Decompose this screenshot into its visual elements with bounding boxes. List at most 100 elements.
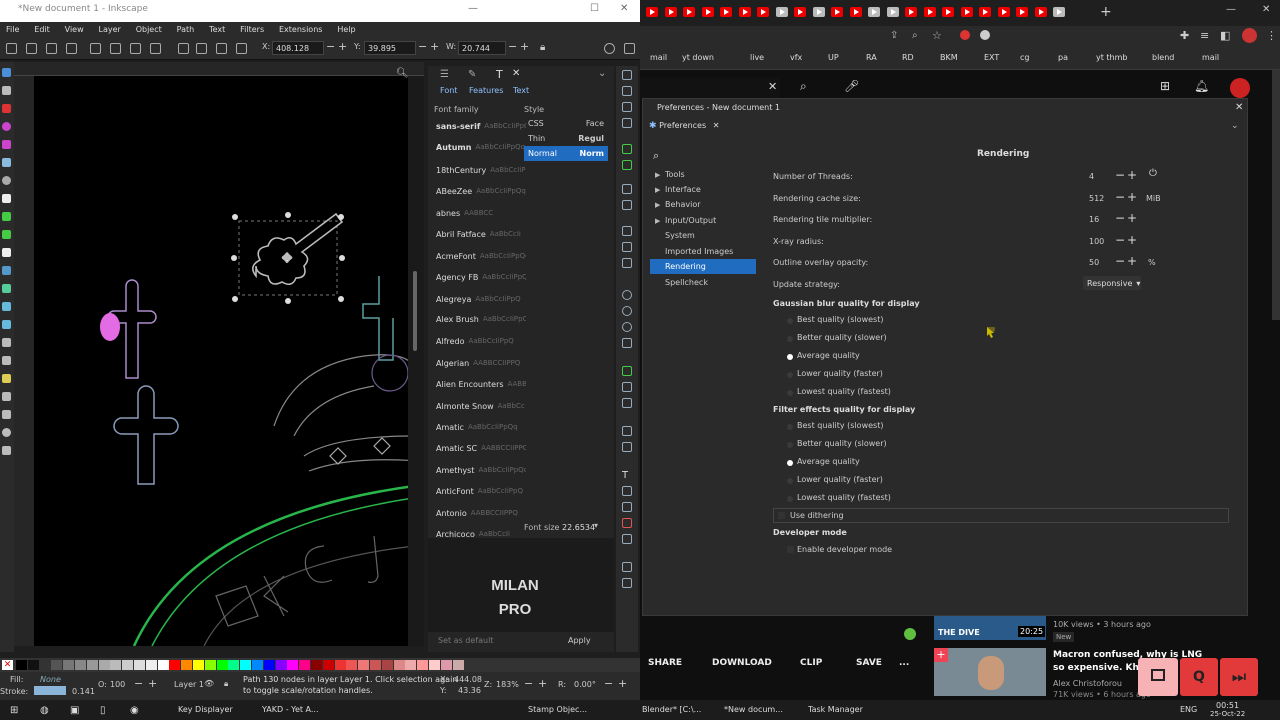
threads-decrement-icon[interactable]: −	[1115, 168, 1125, 182]
copy-icon[interactable]	[622, 242, 632, 252]
export-icon[interactable]	[622, 160, 632, 170]
opacity-pref-decrement-icon[interactable]: −	[1115, 254, 1125, 268]
font-list-item[interactable]: Antonio AABBCCIIPPQ	[436, 509, 526, 518]
cut-icon[interactable]	[622, 226, 632, 236]
filter-lower-radio[interactable]	[787, 478, 793, 484]
font-list-item[interactable]: Algerian AABBCCIIPPQ	[436, 359, 526, 368]
menu-edit[interactable]: Edit	[28, 22, 56, 34]
zoom-selection-icon[interactable]	[622, 290, 632, 300]
browser-tab-icon[interactable]	[757, 7, 769, 17]
share-button[interactable]: SHARE	[648, 658, 682, 668]
panel-list-icon[interactable]: ☰	[440, 69, 449, 80]
xray-decrement-icon[interactable]: −	[1115, 233, 1125, 247]
queue-button[interactable]: Q	[1180, 658, 1218, 696]
bookmark-pa[interactable]: pa	[1058, 53, 1068, 62]
browser-tab-icon[interactable]	[1034, 7, 1047, 17]
import-icon[interactable]	[622, 144, 632, 154]
extension-2-icon[interactable]	[980, 30, 990, 40]
w-input[interactable]: 20.744	[458, 41, 506, 55]
deselect-icon[interactable]	[46, 43, 57, 54]
unlink-clone-icon[interactable]	[622, 398, 632, 408]
bookmark-mail-2[interactable]: mail	[1202, 53, 1219, 62]
font-list-item[interactable]: sans-serifAaBbCcIiPpQq	[436, 122, 526, 131]
transform-icon[interactable]	[622, 534, 632, 544]
w-increment-icon[interactable]: +	[520, 40, 529, 53]
bookmark-star-icon[interactable]: ☆	[932, 29, 942, 42]
palette-swatch[interactable]	[228, 660, 240, 670]
palette-swatch[interactable]	[157, 660, 169, 670]
calligraphy-tool-icon[interactable]	[2, 230, 11, 239]
chrome-icon[interactable]: ◉	[130, 705, 139, 716]
connector-tool-icon[interactable]	[2, 392, 11, 401]
expand-tools-icon[interactable]: ▶	[655, 171, 660, 179]
bookmark-blend[interactable]: blend	[1152, 53, 1174, 62]
video-thumbnail-2[interactable]: +	[934, 648, 1046, 696]
stroke-swatch[interactable]	[34, 686, 66, 695]
xray-increment-icon[interactable]: +	[1127, 233, 1137, 247]
tab-font[interactable]: Font	[440, 86, 457, 95]
share-icon[interactable]: ⇪	[890, 30, 898, 41]
zoom-out-icon[interactable]: −	[524, 677, 533, 690]
palette-swatch[interactable]	[429, 660, 440, 670]
browser-tab-icon[interactable]	[923, 7, 936, 17]
palette-swatch[interactable]	[405, 660, 417, 670]
duplicate-icon[interactable]	[622, 366, 632, 376]
palette-swatch[interactable]	[181, 660, 193, 670]
apply-button[interactable]: Apply	[568, 636, 591, 645]
font-list-item[interactable]: AcmeFont AaBbCcIiPpQq	[436, 252, 526, 261]
bookmark-cg[interactable]: cg	[1020, 53, 1029, 62]
blur-better-radio[interactable]	[787, 336, 793, 342]
nav-spellcheck[interactable]: Spellcheck	[665, 278, 708, 287]
more-actions-button[interactable]: ...	[899, 658, 909, 668]
menu-filters[interactable]: Filters	[234, 22, 270, 34]
paintbucket-tool-icon[interactable]	[2, 320, 11, 329]
palette-swatch[interactable]	[417, 660, 429, 670]
developer-mode-checkbox[interactable]	[787, 546, 794, 553]
align-dialog-icon[interactable]	[622, 518, 632, 528]
browser-tab-icon[interactable]	[646, 7, 658, 17]
zoom-page-browser-icon[interactable]: ⌕	[912, 30, 918, 41]
rotation-decrement-icon[interactable]: −	[604, 677, 613, 690]
open-doc-icon[interactable]	[622, 86, 632, 96]
preferences-tab-close-icon[interactable]: ✕	[713, 121, 720, 130]
tab-text[interactable]: Text	[513, 86, 529, 95]
print-icon[interactable]	[622, 118, 632, 128]
style-row-thin[interactable]: Thin Regul	[524, 131, 608, 146]
search-clear-icon[interactable]: ✕	[768, 80, 777, 93]
mesh-tool-icon[interactable]	[2, 284, 11, 293]
x-decrement-icon[interactable]: −	[326, 40, 335, 53]
bookmark-ext[interactable]: EXT	[984, 53, 999, 62]
add-to-queue-icon[interactable]: +	[934, 648, 948, 662]
no-paint-swatch[interactable]: ✕	[2, 660, 13, 670]
font-list-item[interactable]: Abril Fatface AaBbCcIi	[436, 230, 526, 239]
set-default-button[interactable]: Set as default	[438, 636, 493, 645]
browser-tab-icon[interactable]	[794, 7, 806, 17]
palette-swatch[interactable]	[193, 660, 204, 670]
expand-interface-icon[interactable]: ▶	[655, 186, 660, 194]
measure-tool-icon[interactable]	[2, 410, 11, 419]
overlay-opacity-input[interactable]: 50	[1089, 258, 1099, 267]
font-list-item[interactable]: Agency FB AaBbCcIiPpQ	[436, 273, 526, 282]
preferences-icon[interactable]	[622, 578, 632, 588]
font-list-item[interactable]: Alex Brush AaBbCcIiPpQ	[436, 315, 526, 324]
font-size-dropdown-icon[interactable]: ▾	[594, 521, 598, 530]
video-thumbnail-1[interactable]: THE DIVE 20:25	[934, 616, 1046, 640]
palette-swatch[interactable]	[51, 660, 63, 670]
language-indicator[interactable]: ENG	[1180, 705, 1197, 714]
pip-button[interactable]	[1138, 658, 1178, 696]
palette-swatch[interactable]	[370, 660, 381, 670]
threads-input[interactable]: 4	[1089, 172, 1094, 181]
menu-path[interactable]: Path	[171, 22, 201, 34]
panel-collapse-icon[interactable]: ⌄	[598, 68, 606, 79]
zoom-width-icon[interactable]	[622, 338, 632, 348]
blur-lower-radio[interactable]	[787, 372, 793, 378]
snap-icon[interactable]	[604, 43, 615, 54]
rotation-increment-icon[interactable]: +	[618, 677, 627, 690]
download-button[interactable]: DOWNLOAD	[712, 658, 772, 668]
dithering-checkbox[interactable]	[778, 512, 785, 519]
gradient-tool-icon[interactable]	[2, 266, 11, 275]
browser-tab-icon[interactable]	[683, 7, 695, 17]
spray-tool-icon[interactable]	[2, 356, 11, 365]
bookmark-ra[interactable]: RA	[866, 53, 877, 62]
clock-date[interactable]: 25-Oct-22	[1210, 710, 1245, 718]
